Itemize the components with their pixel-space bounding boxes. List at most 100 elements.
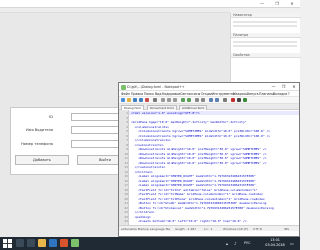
code-line: <rowConstraints> (131, 142, 164, 147)
play-macro-icon[interactable] (243, 98, 247, 102)
line-number: 12 (124, 160, 128, 165)
menu-file[interactable]: Файл (121, 92, 130, 96)
task-view-icon[interactable] (27, 239, 35, 247)
print-icon[interactable] (153, 98, 157, 102)
undo-icon[interactable] (181, 98, 185, 102)
status-eol: Windows (CR LF) (223, 227, 249, 231)
phone-label: Номер телефона (21, 142, 53, 146)
status-encoding: UTF-8 (253, 227, 262, 231)
line-number: 2 (126, 115, 128, 120)
line-number: 15 (124, 174, 128, 178)
menu-edit[interactable]: Правка (131, 92, 143, 96)
notepad-window: D:\git\...\Dialog.fxml - Notepad++ — ❐ ✕… (118, 82, 300, 237)
ide-maximize-button[interactable]: ❐ (270, 1, 284, 7)
replace-icon[interactable] (201, 98, 205, 102)
line-number: 11 (124, 156, 128, 160)
code-line: <ColumnConstraints hgrow="SOMETIMES" min… (131, 133, 271, 138)
network-icon[interactable]: ▴ (226, 241, 228, 246)
line-number: 21 (124, 201, 128, 205)
notepad-app-icon (121, 84, 126, 90)
notepad-toolbar (119, 97, 299, 104)
language-indicator[interactable]: РУС (244, 241, 250, 245)
line-number: 9 (126, 147, 128, 151)
line-number: 16 (124, 178, 128, 183)
windows-start-icon[interactable] (3, 239, 12, 248)
clock-date[interactable]: 03.04.2018 (263, 243, 287, 247)
menu-search[interactable]: Поиск (144, 92, 154, 96)
notifications-icon[interactable]: ▭ (290, 241, 294, 246)
palette-panel-header[interactable]: Палитра (231, 33, 301, 38)
stop-macro-icon[interactable] (237, 98, 241, 102)
notepad-app-taskbar-icon[interactable] (71, 239, 79, 247)
zoom-in-icon[interactable] (209, 98, 213, 102)
menu-help[interactable]: ? (288, 92, 290, 96)
navigator-panel-header[interactable]: Навигатор (231, 13, 301, 18)
menu-encoding[interactable]: Кодировки (162, 92, 180, 96)
code-line: </children> (131, 210, 155, 214)
menu-tools[interactable]: Инструменты (212, 92, 235, 96)
name-label: Имя Водителя (26, 128, 53, 132)
code-line: <Button fx:id="btnOk" maxWidth="1.797693… (131, 201, 267, 205)
close-file-icon[interactable] (145, 98, 149, 102)
line-number: 7 (126, 138, 128, 142)
paste-icon[interactable] (173, 98, 177, 102)
code-line: <padding> (131, 214, 151, 219)
ide-app-icon[interactable] (60, 239, 68, 247)
code-line: <columnConstraints> (131, 124, 169, 129)
line-number: 4 (126, 124, 128, 129)
volume-icon[interactable]: ♪ (234, 241, 237, 246)
notepad-titlebar: D:\git\...\Dialog.fxml - Notepad++ — ❐ ✕ (119, 83, 299, 91)
line-number: 25 (124, 219, 128, 223)
ide-close-button[interactable]: ✕ (285, 1, 299, 7)
menu-run[interactable]: Запуск (247, 92, 259, 96)
menu-settings[interactable]: Опции (201, 92, 212, 96)
line-number: 1 (126, 111, 128, 115)
line-number-gutter: 1 2 3 4 5 6 7 8 9 10 11 12 13 14 15 16 17 18 19 20 21 22 23 24 2… (119, 110, 129, 225)
panel-row (233, 21, 297, 23)
code-editor[interactable]: 1 2 3 4 5 6 7 8 9 10 11 12 13 14 15 16 17 18 19 20 21 22 23 24 2… (119, 110, 299, 225)
status-length: length : 2 487 (175, 227, 197, 231)
find-icon[interactable] (195, 98, 199, 102)
search-icon[interactable] (16, 239, 24, 247)
line-number: 20 (124, 196, 128, 201)
add-button[interactable]: Добавить (15, 155, 69, 165)
clock-time[interactable]: 13:01 (263, 238, 287, 242)
code-line: <GridPane hgap="10.0" maxHeight="-Infini… (131, 120, 247, 124)
record-macro-icon[interactable] (231, 98, 235, 102)
menu-macro[interactable]: Макросы (233, 92, 248, 96)
menu-view[interactable]: Вид (155, 92, 161, 96)
code-line: <Label alignment="CENTER_RIGHT" maxWidth… (131, 174, 256, 178)
line-number: 18 (124, 187, 128, 192)
wrap-icon[interactable] (223, 98, 227, 102)
line-number: 5 (126, 129, 128, 133)
menu-language[interactable]: Синтаксисы (180, 92, 200, 96)
ide-minimize-button[interactable]: — (255, 1, 269, 7)
code-line: <TextField fx:id="txtName" GridPane.colu… (131, 192, 263, 196)
save-icon[interactable] (133, 98, 137, 102)
code-line: <Label alignment="CENTER_RIGHT" maxWidth… (131, 183, 256, 187)
open-file-icon[interactable] (127, 98, 131, 102)
code-line: <Button fx:id="btnCancel" maxWidth="1.79… (131, 205, 274, 210)
notepad-window-title: D:\git\...\Dialog.fxml - Notepad++ (127, 84, 185, 89)
copy-icon[interactable] (167, 98, 171, 102)
menu-plugins[interactable]: Плагины (259, 92, 274, 96)
line-number: 19 (124, 192, 128, 196)
notepad-maximize-button[interactable]: ❐ (279, 84, 288, 90)
properties-panel-header[interactable]: Свойства (231, 53, 301, 58)
notepad-minimize-button[interactable]: — (269, 84, 278, 90)
ide-titlebar: — ❐ ✕ (0, 0, 300, 8)
cut-icon[interactable] (161, 98, 165, 102)
file-explorer-icon[interactable] (38, 239, 46, 247)
zoom-out-icon[interactable] (215, 98, 219, 102)
notepad-statusbar: eXtensible Markup Language file length :… (119, 225, 299, 231)
code-line: </rowConstraints> (131, 165, 166, 169)
new-file-icon[interactable] (121, 98, 125, 102)
save-all-icon[interactable] (139, 98, 143, 102)
notepad-close-button[interactable]: ✕ (289, 84, 299, 90)
redo-icon[interactable] (187, 98, 191, 102)
edge-browser-icon[interactable] (49, 239, 57, 247)
line-number: 6 (126, 133, 128, 138)
panel-row (233, 25, 297, 27)
menu-tabs[interactable]: Вкладки (273, 92, 287, 96)
code-line: <Label alignment="CENTER_RIGHT" maxWidth… (131, 178, 256, 183)
